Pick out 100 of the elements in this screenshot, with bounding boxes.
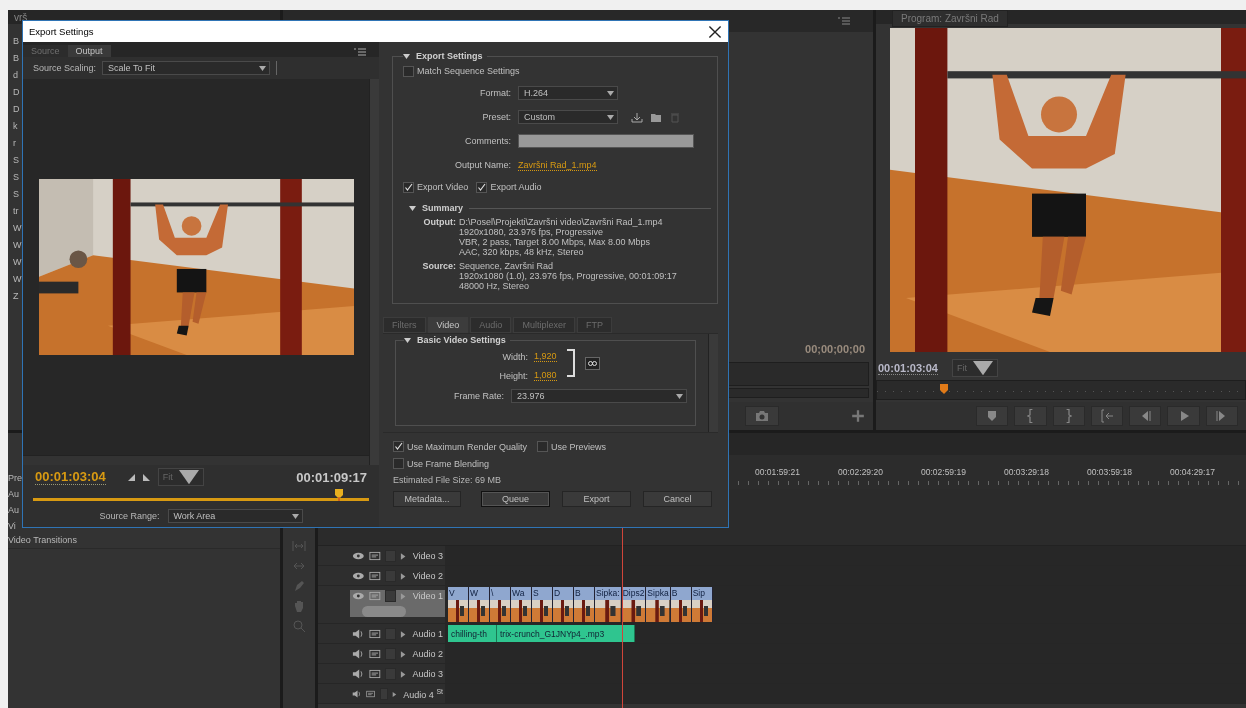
frame-rate-dropdown[interactable]: 23.976 [511, 389, 687, 403]
video-clip[interactable]: W [469, 587, 490, 622]
clip-label: B [574, 587, 594, 600]
expand-triangle-icon[interactable] [400, 630, 407, 638]
close-icon[interactable] [708, 24, 722, 39]
speaker-icon[interactable] [352, 667, 365, 681]
sync-lock-icon[interactable] [368, 549, 382, 563]
mark-in-button[interactable] [1014, 406, 1047, 426]
playhead-icon[interactable] [939, 384, 948, 394]
expand-triangle-icon[interactable] [400, 650, 407, 658]
tab[interactable]: Output [67, 45, 111, 57]
caret-icon [291, 513, 299, 519]
step-forward-button[interactable] [1205, 406, 1238, 426]
panel-menu-icon[interactable] [353, 47, 367, 57]
option-checkbox[interactable]: Use Previews [537, 441, 607, 452]
step-back-button[interactable] [1129, 406, 1162, 426]
audio-clip[interactable]: chilling-th [448, 625, 497, 642]
dialog-button[interactable]: Export [562, 491, 631, 507]
folder-icon[interactable] [650, 111, 662, 123]
sync-lock-icon[interactable] [368, 627, 382, 641]
collapse-triangle-icon[interactable] [403, 52, 410, 60]
format-dropdown[interactable]: H.264 [518, 86, 618, 100]
video-clip[interactable]: \ [490, 587, 511, 622]
summary-text: AAC, 320 kbps, 48 kHz, Stereo [459, 247, 585, 257]
bracket-icon [1027, 409, 1034, 423]
plus-icon[interactable] [851, 409, 865, 423]
video-clip[interactable]: Dips2 [621, 587, 647, 622]
value-field[interactable]: 1,920 [534, 351, 557, 362]
output-name-link[interactable]: Završni Rad_1.mp4 [518, 159, 597, 171]
clip-label: Sipka [646, 587, 670, 600]
field-label: Source Scaling: [33, 63, 97, 73]
timecode[interactable]: 00:01:03:04 [878, 361, 938, 375]
option-checkbox[interactable]: Use Frame Blending [393, 458, 490, 469]
video-clip[interactable]: B [670, 587, 692, 622]
collapse-triangle-icon[interactable] [404, 336, 411, 344]
go-to-in-button[interactable] [1090, 406, 1124, 426]
video-clip[interactable]: Sip [691, 587, 713, 622]
field-label: Format: [479, 88, 511, 98]
expand-triangle-icon[interactable] [400, 572, 407, 580]
range-bar[interactable] [33, 489, 369, 503]
sync-lock-icon[interactable] [368, 667, 382, 681]
video-clip[interactable]: D [553, 587, 574, 622]
panel-menu-icon[interactable] [837, 16, 851, 26]
option-checkbox[interactable]: Use Maximum Render Quality [393, 441, 528, 452]
range-dropdown[interactable]: Work Area [167, 509, 303, 523]
ruler-label: 00:01:59:21 [755, 467, 801, 477]
dialog-button[interactable]: Queue [481, 491, 550, 507]
playhead-icon[interactable] [334, 489, 343, 501]
export-checkbox[interactable]: Export Video [403, 181, 469, 193]
sync-lock-icon[interactable] [368, 647, 382, 661]
summary-label: Output: [422, 217, 456, 229]
mark-out-button[interactable] [1052, 406, 1085, 426]
video-clip[interactable]: V [448, 587, 469, 622]
caret-icon [607, 114, 614, 120]
in-point-icon[interactable] [127, 473, 135, 481]
scroll-bar[interactable] [369, 79, 379, 465]
comments-field[interactable] [518, 134, 694, 148]
clip-label: V [448, 587, 468, 600]
video-clip[interactable]: Sipka [646, 587, 671, 622]
video-clip[interactable]: Sipka: [595, 587, 622, 622]
speaker-icon[interactable] [352, 627, 365, 641]
toggle[interactable] [385, 590, 397, 602]
expand-triangle-icon[interactable] [400, 670, 407, 678]
clip-label: Dips2 [621, 587, 646, 600]
video-clip[interactable]: Wa [511, 587, 532, 622]
expand-triangle-icon[interactable] [400, 552, 407, 560]
ruler-label: 00:04:29:17 [1170, 467, 1216, 477]
link-toggle[interactable] [584, 356, 600, 370]
out-point-icon[interactable] [142, 473, 150, 481]
sync-lock-icon[interactable] [368, 589, 382, 603]
effects-folder[interactable]: Video Transitions [8, 533, 280, 549]
timecode[interactable]: 00:01:03:04 [35, 469, 106, 485]
checkmark-icon [477, 182, 487, 192]
track-header[interactable]: Video 1 [350, 590, 445, 617]
audio-clip[interactable]: trix-crunch_G1JNYp4_.mp3 [497, 625, 635, 642]
video-clip[interactable]: S [532, 587, 553, 622]
collapse-triangle-icon[interactable] [409, 204, 416, 212]
play-button[interactable] [1167, 406, 1200, 426]
match-sequence-checkbox[interactable]: Match Sequence Settings [403, 65, 520, 77]
export-frame-button[interactable] [745, 406, 779, 426]
dialog-button[interactable]: Metadata... [393, 491, 461, 507]
caret-icon [676, 393, 683, 399]
clip-label: Sipka: [595, 587, 621, 600]
summary-text: 1920x1080 (1.0), 23.976 fps, Progressive, 00:01:09:17 [459, 271, 677, 281]
scroll-bar[interactable] [23, 455, 369, 465]
video-clip[interactable]: B [574, 587, 595, 622]
expand-triangle-icon[interactable] [392, 690, 398, 698]
scaling-dropdown[interactable]: Scale To Fit [102, 61, 271, 75]
value-field[interactable]: 1,080 [534, 370, 557, 381]
tab[interactable]: Video [427, 317, 469, 333]
caret-icon [972, 360, 993, 376]
dialog-button[interactable]: Cancel [643, 491, 712, 507]
save-icon[interactable] [631, 111, 643, 123]
scroll-bar[interactable] [708, 334, 718, 432]
export-checkbox[interactable]: Export Audio [476, 181, 542, 193]
summary-text: 1920x1080, 23.976 fps, Progressive [459, 227, 605, 237]
speaker-icon[interactable] [352, 647, 365, 661]
add-marker-button[interactable] [976, 406, 1009, 426]
sync-lock-icon[interactable] [368, 569, 382, 583]
preset-dropdown[interactable]: Custom [518, 110, 618, 124]
